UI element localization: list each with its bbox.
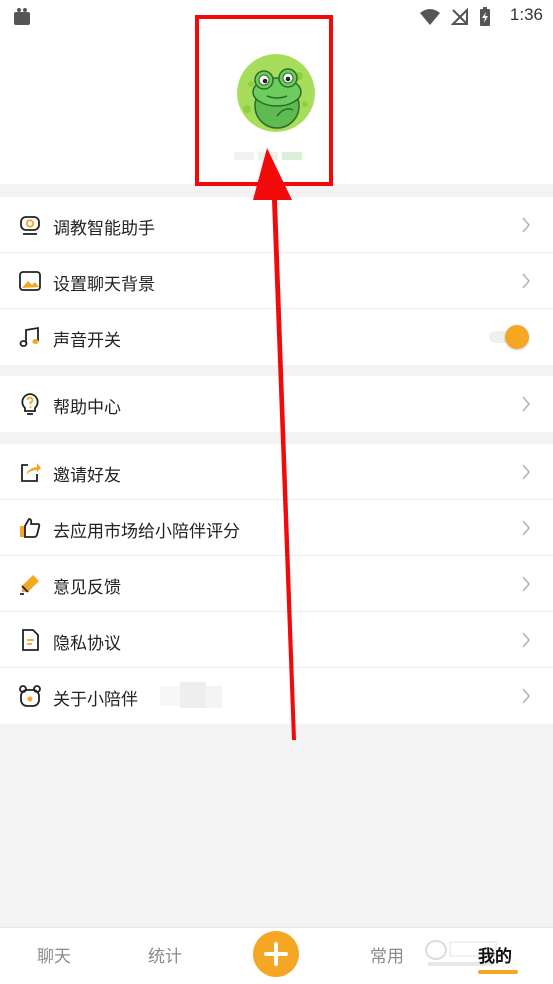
settings-group-2: 帮助中心 [0,376,553,432]
menu-item-label: 帮助中心 [53,398,121,418]
shopping-bag-icon [12,6,32,30]
chevron-right-icon [521,273,531,289]
chevron-right-icon [521,632,531,648]
menu-item-feedback[interactable]: 意见反馈 [0,556,553,612]
settings-group-3: 邀请好友 去应用市场给小陪伴评分 意见反馈 隐私协议 关于小陪伴 [0,444,553,724]
help-bulb-icon [18,392,42,416]
menu-item-label: 邀请好友 [53,466,121,486]
add-button[interactable] [253,931,299,977]
pencil-icon [18,572,42,596]
thumbs-up-icon [18,516,42,540]
tab-common[interactable]: 常用 [370,942,404,967]
chevron-right-icon [521,217,531,233]
wifi-icon [419,8,441,30]
menu-item-invite-friends[interactable]: 邀请好友 [0,444,553,500]
menu-item-help-center[interactable]: 帮助中心 [0,376,553,432]
battery-icon [479,7,491,31]
menu-item-privacy-policy[interactable]: 隐私协议 [0,612,553,668]
no-signal-icon [450,7,469,30]
sound-toggle[interactable] [489,325,529,349]
menu-item-label: 关于小陪伴 [53,690,138,710]
chevron-right-icon [521,520,531,536]
menu-item-about[interactable]: 关于小陪伴 [0,668,553,724]
menu-item-label: 调教智能助手 [53,219,155,239]
menu-item-label: 隐私协议 [53,634,121,654]
chevron-right-icon [521,396,531,412]
chevron-right-icon [521,576,531,592]
tab-statistics[interactable]: 统计 [148,942,182,967]
menu-item-label: 意见反馈 [53,578,121,598]
active-tab-indicator [478,970,518,974]
menu-item-chat-background[interactable]: 设置聊天背景 [0,253,553,309]
menu-item-label: 去应用市场给小陪伴评分 [53,522,240,542]
menu-item-sound-switch: 声音开关 [0,309,553,365]
settings-group-1: 调教智能助手 设置聊天背景 声音开关 [0,197,553,365]
plus-icon [264,942,288,966]
music-note-icon [18,325,42,349]
robot-icon [18,213,42,237]
chevron-right-icon [521,688,531,704]
annotation-highlight-box [195,15,333,186]
bear-icon [18,684,42,708]
share-icon [18,460,42,484]
tab-mine[interactable]: 我的 [478,942,512,967]
tab-chat[interactable]: 聊天 [37,942,71,967]
image-icon [18,269,42,293]
version-redacted [160,682,222,710]
menu-item-assistant[interactable]: 调教智能助手 [0,197,553,253]
menu-item-label: 声音开关 [53,331,121,351]
chevron-right-icon [521,464,531,480]
status-time: 1:36 [509,5,543,24]
document-icon [18,628,42,652]
bottom-tab-bar: 聊天 统计 常用 我的 [0,927,553,984]
menu-item-rate-app[interactable]: 去应用市场给小陪伴评分 [0,500,553,556]
menu-item-label: 设置聊天背景 [53,275,155,295]
